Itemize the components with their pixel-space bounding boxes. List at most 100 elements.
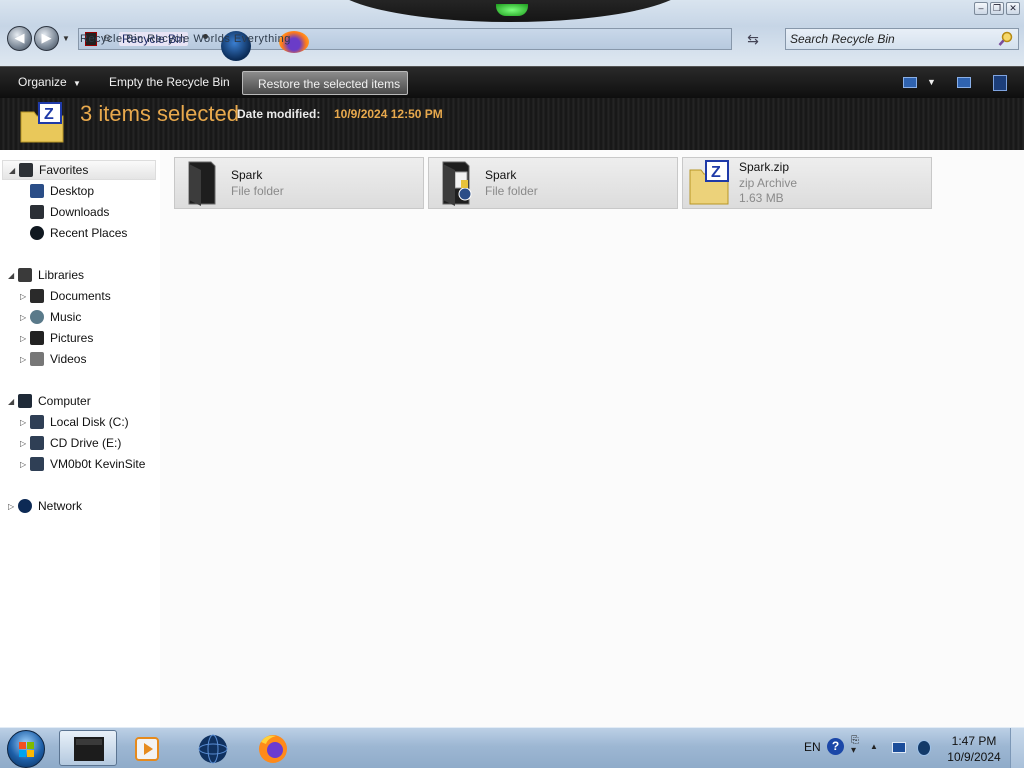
- empty-recycle-bin-button[interactable]: Empty the Recycle Bin: [109, 75, 230, 89]
- nav-documents[interactable]: ▷ Documents: [20, 286, 111, 306]
- file-tile[interactable]: Z Spark.zip zip Archive 1.63 MB: [682, 157, 932, 209]
- restore-selected-items-button[interactable]: Restore the selected items: [242, 71, 408, 95]
- view-options-chevron-icon[interactable]: ▼: [927, 77, 936, 87]
- search-icon[interactable]: [998, 31, 1014, 47]
- expand-arrow-icon[interactable]: ◢: [9, 166, 19, 175]
- taskbar-media-player-button[interactable]: [120, 730, 178, 766]
- search-input[interactable]: [786, 29, 994, 49]
- nav-label: Libraries: [38, 268, 85, 282]
- documents-icon: [30, 289, 44, 303]
- nav-network[interactable]: ▷ Network: [8, 496, 82, 516]
- file-tile[interactable]: Spark File folder: [174, 157, 424, 209]
- file-tile[interactable]: Spark File folder: [428, 157, 678, 209]
- nav-label: Documents: [50, 289, 111, 303]
- clock-date[interactable]: 10/9/2024: [944, 750, 1004, 764]
- black-folder-with-document-icon: [442, 161, 472, 206]
- downloads-icon: [30, 205, 44, 219]
- start-button[interactable]: [7, 730, 45, 768]
- clock-time[interactable]: 1:47 PM: [944, 734, 1004, 748]
- nav-computer[interactable]: ◢ Computer: [8, 391, 91, 411]
- file-type: File folder: [231, 184, 284, 198]
- nav-recent-places[interactable]: Recent Places: [30, 223, 127, 243]
- show-desktop-button[interactable]: [1010, 728, 1024, 768]
- file-name: Spark: [231, 168, 263, 182]
- expand-arrow-icon[interactable]: ◢: [8, 397, 18, 406]
- file-type: File folder: [485, 184, 538, 198]
- taskbar-explorer-button[interactable]: [59, 730, 117, 766]
- nav-desktop[interactable]: Desktop: [30, 181, 94, 201]
- nav-favorites[interactable]: ◢ Favorites: [2, 160, 156, 180]
- window-titlebar: – ❐ ✕ ◀ ▶ ▼ ⊙ Recycle Bin ⇆ Recycle Bin …: [0, 0, 1024, 66]
- expand-arrow-icon[interactable]: ◢: [8, 271, 18, 280]
- search-box[interactable]: [785, 28, 1019, 50]
- media-player-icon: [135, 737, 159, 761]
- organize-label: Organize: [18, 75, 67, 89]
- details-header: Z 3 items selected Date modified: 10/9/2…: [0, 98, 1024, 150]
- nav-cd-drive[interactable]: ▷ CD Drive (E:): [20, 433, 121, 453]
- help-icon[interactable]: ?: [827, 738, 844, 755]
- nav-label: CD Drive (E:): [50, 436, 122, 450]
- change-view-icon[interactable]: [903, 77, 917, 88]
- nav-pictures[interactable]: ▷ Pictures: [20, 328, 93, 348]
- file-name: Spark: [485, 168, 517, 182]
- nav-network-drive[interactable]: ▷ VM0b0t KevinSite: [20, 454, 145, 474]
- collapse-arrow-icon[interactable]: ▷: [8, 502, 18, 511]
- taskbar-browser-globe-button[interactable]: [184, 730, 242, 766]
- refresh-button[interactable]: ⇆: [734, 29, 772, 49]
- nav-libraries[interactable]: ◢ Libraries: [8, 265, 84, 285]
- bezel-glow: [496, 4, 528, 16]
- collapse-arrow-icon[interactable]: ▷: [20, 355, 30, 364]
- zip-folder-icon: Z: [20, 102, 64, 143]
- pictures-icon: [30, 331, 44, 345]
- taskbar-firefox-button[interactable]: [244, 730, 302, 766]
- collapse-arrow-icon[interactable]: ▷: [20, 418, 30, 427]
- date-modified-value: 10/9/2024 12:50 PM: [334, 107, 443, 121]
- chevron-down-icon: ▼: [73, 79, 81, 88]
- music-icon: [30, 310, 44, 324]
- recent-places-icon: [30, 226, 44, 240]
- navigation-pane: ◢ Favorites Desktop Downloads Recent Pla…: [0, 150, 160, 727]
- back-button[interactable]: ◀: [7, 26, 32, 51]
- volume-tray-icon[interactable]: [917, 740, 931, 756]
- nav-label: Videos: [50, 352, 87, 366]
- forward-button[interactable]: ▶: [34, 26, 59, 51]
- collapse-arrow-icon[interactable]: ▷: [20, 439, 30, 448]
- nav-music[interactable]: ▷ Music: [20, 307, 81, 327]
- black-folder-icon: [188, 161, 216, 206]
- network-globe-icon: [18, 499, 32, 513]
- show-hidden-icons-icon[interactable]: ▲: [870, 742, 878, 751]
- collapse-arrow-icon[interactable]: ▷: [20, 334, 30, 343]
- system-tray: EN ? ⎘ ▾ ▲ 1:47 PM 10/9/2024: [796, 728, 1024, 768]
- maximize-button[interactable]: ❐: [990, 2, 1004, 15]
- language-options-icon[interactable]: ⎘ ▾: [851, 736, 859, 756]
- minimize-button[interactable]: –: [974, 2, 988, 15]
- libraries-icon: [18, 268, 32, 282]
- taskbar: EN ? ⎘ ▾ ▲ 1:47 PM 10/9/2024: [0, 727, 1024, 768]
- date-modified-label: Date modified:: [237, 107, 321, 121]
- help-book-icon[interactable]: [993, 75, 1007, 91]
- nav-label: Desktop: [50, 184, 95, 198]
- collapse-arrow-icon[interactable]: ▷: [20, 460, 30, 469]
- recent-pages-dropdown[interactable]: ▼: [62, 34, 70, 43]
- file-size: 1.63 MB: [739, 191, 784, 205]
- svg-text:Z: Z: [44, 106, 54, 123]
- network-tray-icon[interactable]: [892, 742, 906, 753]
- collapse-arrow-icon[interactable]: ▷: [20, 292, 30, 301]
- computer-icon: [18, 394, 32, 408]
- language-indicator[interactable]: EN: [804, 740, 821, 754]
- organize-button[interactable]: Organize ▼: [18, 75, 81, 89]
- preview-pane-icon[interactable]: [957, 77, 971, 88]
- nav-downloads[interactable]: Downloads: [30, 202, 109, 222]
- favorites-star-icon: [19, 163, 33, 177]
- close-button[interactable]: ✕: [1006, 2, 1020, 15]
- nav-label: Network: [38, 499, 83, 513]
- hard-drive-icon: [30, 415, 44, 429]
- network-drive-icon: [30, 457, 44, 471]
- nav-label: Pictures: [50, 331, 94, 345]
- nav-label: Music: [50, 310, 82, 324]
- nav-videos[interactable]: ▷ Videos: [20, 349, 86, 369]
- nav-local-disk[interactable]: ▷ Local Disk (C:): [20, 412, 129, 432]
- file-type: zip Archive: [739, 176, 798, 190]
- explorer-icon: [74, 737, 104, 761]
- collapse-arrow-icon[interactable]: ▷: [20, 313, 30, 322]
